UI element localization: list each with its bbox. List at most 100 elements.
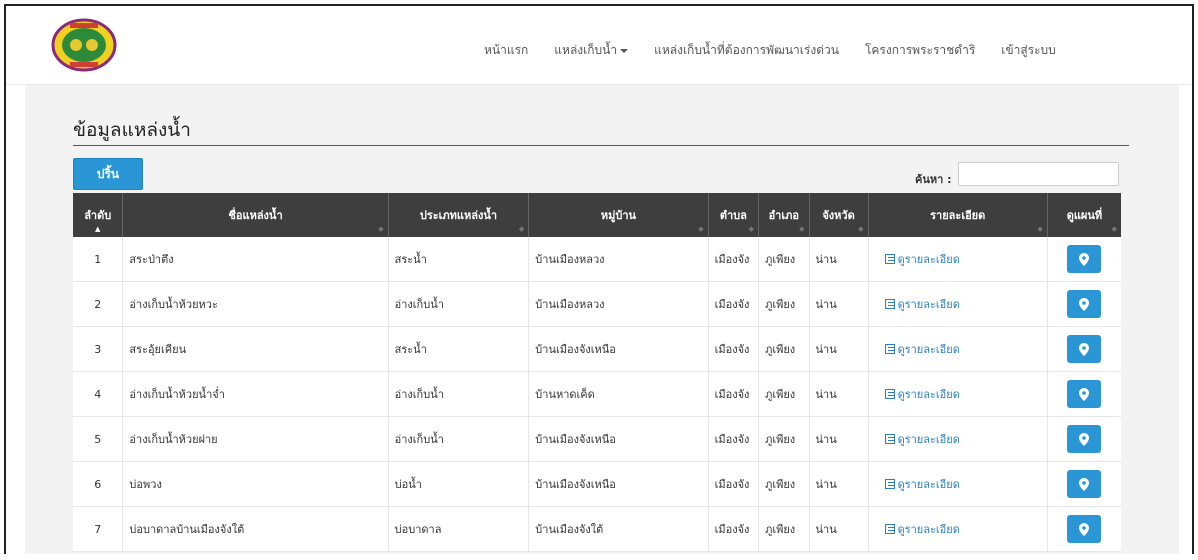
row-map-cell bbox=[1047, 506, 1121, 552]
table-row: 7 บ่อบาดาลบ้านเมืองจังใต้ บ่อบาดาล บ้านเมือ… bbox=[73, 506, 1121, 552]
sort-icon: ◆ bbox=[518, 225, 525, 233]
view-map-button[interactable] bbox=[1067, 380, 1102, 408]
table-row: 4 อ่างเก็บน้ำห้วยน้ำจ่ำ อ่างเก็บน้ำ บ้านหาด… bbox=[73, 371, 1121, 417]
row-subdistrict: เมืองจัง bbox=[708, 461, 760, 507]
row-subdistrict: เมืองจัง bbox=[708, 237, 760, 282]
sort-asc-icon: ▲ bbox=[95, 225, 101, 233]
search-input[interactable] bbox=[958, 162, 1119, 186]
list-icon bbox=[884, 344, 895, 354]
list-icon bbox=[884, 524, 895, 534]
list-icon bbox=[884, 389, 895, 399]
water-source-table: ลำดับ ▲ ชื่อแหล่งน้ำ ◆ ประเภทแหล่งน้ำ ◆ หมู… bbox=[73, 193, 1121, 552]
col-header-village[interactable]: หมู่บ้าน ◆ bbox=[528, 193, 709, 237]
nav-water-sources[interactable]: แหล่งเก็บน้ำ bbox=[554, 41, 629, 60]
col-header-map[interactable]: ดูแผนที่ ◆ bbox=[1047, 193, 1121, 237]
table-body: 1 สระป่าตึง สระน้ำ บ้านเมืองหลวง เมืองจัง ภูเ… bbox=[73, 237, 1121, 552]
col-header-province[interactable]: จังหวัด ◆ bbox=[809, 193, 869, 237]
row-map-cell bbox=[1047, 461, 1121, 507]
map-marker-icon bbox=[1079, 432, 1090, 446]
col-header-no-label: ลำดับ bbox=[84, 209, 112, 222]
row-no: 2 bbox=[73, 281, 124, 327]
sort-icon: ◆ bbox=[378, 225, 384, 233]
col-header-province-label: จังหวัด bbox=[822, 209, 855, 222]
row-name: บ่อบาดาลบ้านเมืองจังใต้ bbox=[122, 506, 389, 552]
row-no: 6 bbox=[73, 461, 124, 507]
row-district: ภูเพียง bbox=[758, 416, 810, 462]
print-button[interactable]: ปริ้น bbox=[73, 158, 143, 190]
table-row: 6 บ่อพวง บ่อน้ำ บ้านเมืองจังเหนือ เมืองจัง ภู… bbox=[73, 461, 1121, 507]
main-nav: หน้าแรก แหล่งเก็บน้ำ แหล่งเก็บน้ำที่ต้อง… bbox=[484, 41, 1082, 60]
row-name: อ่างเก็บน้ำห้วยน้ำจ่ำ bbox=[122, 371, 389, 417]
row-no: 7 bbox=[73, 506, 124, 552]
view-map-button[interactable] bbox=[1067, 335, 1102, 363]
browser-frame: หน้าแรก แหล่งเก็บน้ำ แหล่งเก็บน้ำที่ต้อง… bbox=[4, 4, 1194, 554]
row-subdistrict: เมืองจัง bbox=[708, 416, 760, 462]
page-title: ข้อมูลแหล่งน้ำ bbox=[73, 119, 191, 141]
row-village: บ้านเมืองจังเหนือ bbox=[528, 326, 709, 372]
nav-royal-projects[interactable]: โครงการพระราชดำริ bbox=[865, 41, 975, 60]
map-marker-icon bbox=[1079, 477, 1090, 491]
row-type: บ่อน้ำ bbox=[388, 461, 530, 507]
view-detail-link[interactable]: ดูรายละเอียด bbox=[884, 340, 960, 358]
caret-down-icon bbox=[620, 48, 629, 53]
row-province: น่าน bbox=[809, 506, 869, 552]
sort-icon: ◆ bbox=[1037, 225, 1043, 233]
row-detail-cell: ดูรายละเอียด bbox=[868, 371, 1048, 417]
view-detail-label: ดูรายละเอียด bbox=[897, 478, 960, 491]
view-detail-link[interactable]: ดูรายละเอียด bbox=[884, 430, 960, 448]
view-detail-link[interactable]: ดูรายละเอียด bbox=[884, 250, 960, 268]
row-no: 1 bbox=[73, 237, 124, 282]
col-header-name[interactable]: ชื่อแหล่งน้ำ ◆ bbox=[122, 193, 389, 237]
sort-icon: ◆ bbox=[858, 225, 864, 233]
list-icon bbox=[884, 254, 895, 264]
view-map-button[interactable] bbox=[1067, 290, 1102, 318]
view-detail-link[interactable]: ดูรายละเอียด bbox=[884, 520, 960, 538]
row-subdistrict: เมืองจัง bbox=[708, 281, 760, 327]
row-name: สระป่าตึง bbox=[122, 237, 389, 282]
row-province: น่าน bbox=[809, 371, 869, 417]
row-name: บ่อพวง bbox=[122, 461, 389, 507]
col-header-no[interactable]: ลำดับ ▲ bbox=[73, 193, 124, 237]
title-divider bbox=[73, 145, 1129, 146]
table-row: 3 สระอุ้ยเคียน สระน้ำ บ้านเมืองจังเหนือ เมือ… bbox=[73, 326, 1121, 372]
view-detail-link[interactable]: ดูรายละเอียด bbox=[884, 475, 960, 493]
col-header-subdistrict[interactable]: ตำบล ◆ bbox=[708, 193, 760, 237]
row-type: สระน้ำ bbox=[388, 237, 530, 282]
view-detail-link[interactable]: ดูรายละเอียด bbox=[884, 385, 960, 403]
view-detail-label: ดูรายละเอียด bbox=[897, 388, 960, 401]
municipality-logo[interactable] bbox=[50, 18, 118, 72]
sort-icon: ◆ bbox=[748, 225, 755, 233]
table-row: 2 อ่างเก็บน้ำห้วยหวะ อ่างเก็บน้ำ บ้านเมืองห… bbox=[73, 281, 1121, 327]
col-header-name-label: ชื่อแหล่งน้ำ bbox=[228, 209, 283, 222]
row-village: บ้านเมืองจังใต้ bbox=[528, 506, 709, 552]
nav-login[interactable]: เข้าสู่ระบบ bbox=[1001, 41, 1056, 60]
col-header-district-label: อำเภอ bbox=[768, 209, 799, 222]
row-no: 3 bbox=[73, 326, 124, 372]
view-map-button[interactable] bbox=[1067, 245, 1102, 273]
row-detail-cell: ดูรายละเอียด bbox=[868, 281, 1048, 327]
view-map-button[interactable] bbox=[1067, 425, 1102, 453]
row-subdistrict: เมืองจัง bbox=[708, 371, 760, 417]
col-header-district[interactable]: อำเภอ ◆ bbox=[758, 193, 810, 237]
row-name: สระอุ้ยเคียน bbox=[122, 326, 389, 372]
top-navbar: หน้าแรก แหล่งเก็บน้ำ แหล่งเก็บน้ำที่ต้อง… bbox=[6, 6, 1192, 85]
table-header-row: ลำดับ ▲ ชื่อแหล่งน้ำ ◆ ประเภทแหล่งน้ำ ◆ หมู… bbox=[73, 193, 1121, 237]
view-map-button[interactable] bbox=[1067, 470, 1102, 498]
view-detail-link[interactable]: ดูรายละเอียด bbox=[884, 295, 960, 313]
nav-urgent-sources[interactable]: แหล่งเก็บน้ำที่ต้องการพัฒนาเร่งด่วน bbox=[654, 41, 839, 60]
row-map-cell bbox=[1047, 326, 1121, 372]
row-map-cell bbox=[1047, 371, 1121, 417]
col-header-type[interactable]: ประเภทแหล่งน้ำ ◆ bbox=[388, 193, 530, 237]
row-district: ภูเพียง bbox=[758, 237, 810, 282]
col-header-detail[interactable]: รายละเอียด ◆ bbox=[868, 193, 1048, 237]
list-icon bbox=[884, 434, 895, 444]
nav-home[interactable]: หน้าแรก bbox=[484, 41, 528, 60]
row-village: บ้านเมืองหลวง bbox=[528, 237, 709, 282]
row-detail-cell: ดูรายละเอียด bbox=[868, 506, 1048, 552]
row-district: ภูเพียง bbox=[758, 281, 810, 327]
row-province: น่าน bbox=[809, 416, 869, 462]
row-map-cell bbox=[1047, 281, 1121, 327]
map-marker-icon bbox=[1079, 342, 1090, 356]
view-map-button[interactable] bbox=[1067, 515, 1102, 543]
col-header-map-label: ดูแผนที่ bbox=[1066, 209, 1103, 222]
